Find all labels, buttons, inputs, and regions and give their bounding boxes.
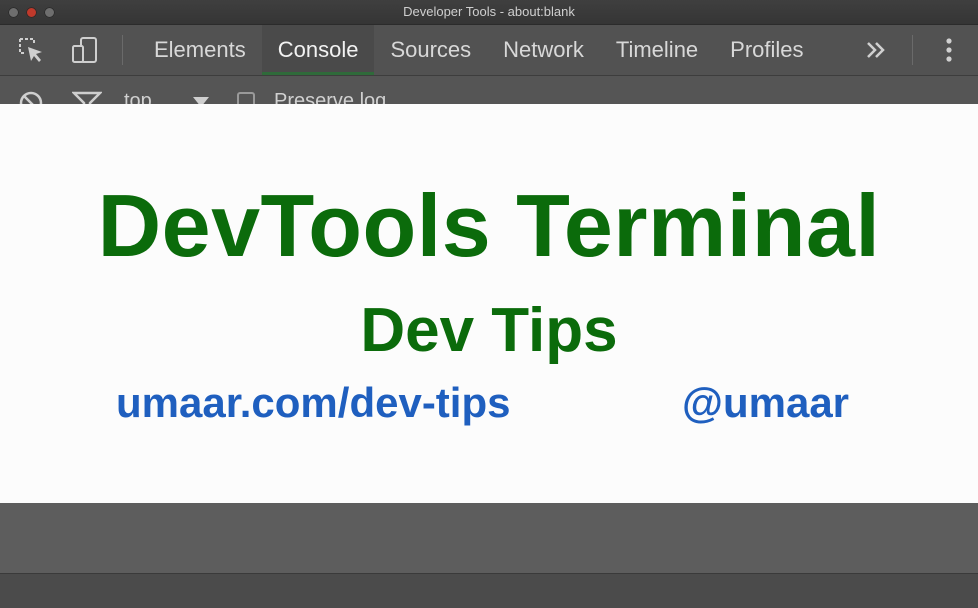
tab-console[interactable]: Console	[261, 25, 375, 75]
devtools-window: Developer Tools - about:blank Elements C…	[0, 0, 978, 608]
toolbar-separator	[122, 35, 123, 65]
twitter-handle-link[interactable]: @umaar	[682, 382, 849, 424]
tab-elements[interactable]: Elements	[138, 25, 262, 75]
title-bar: Developer Tools - about:blank	[0, 0, 978, 25]
tab-profiles[interactable]: Profiles	[714, 25, 819, 75]
toolbar-separator	[912, 35, 913, 65]
tab-sources[interactable]: Sources	[374, 25, 487, 75]
console-drawer-footer	[0, 573, 978, 608]
device-mode-icon[interactable]	[70, 35, 100, 65]
chevron-double-right-icon[interactable]	[862, 35, 890, 65]
panel-tabs: Elements Console Sources Network Timelin…	[138, 25, 820, 75]
overlay-subline: Dev Tips	[360, 296, 618, 365]
console-output-area[interactable]	[0, 503, 978, 573]
inspect-element-icon[interactable]	[16, 35, 46, 65]
overlay-headline: DevTools Terminal	[97, 176, 881, 275]
tab-network[interactable]: Network	[487, 25, 600, 75]
window-title: Developer Tools - about:blank	[403, 4, 575, 19]
site-link[interactable]: umaar.com/dev-tips	[116, 382, 510, 424]
kebab-menu-icon[interactable]	[934, 35, 964, 65]
main-toolbar: Elements Console Sources Network Timelin…	[0, 25, 978, 76]
overlay-card: DevTools Terminal Dev Tips umaar.com/dev…	[0, 104, 978, 503]
tab-timeline[interactable]: Timeline	[600, 25, 714, 75]
